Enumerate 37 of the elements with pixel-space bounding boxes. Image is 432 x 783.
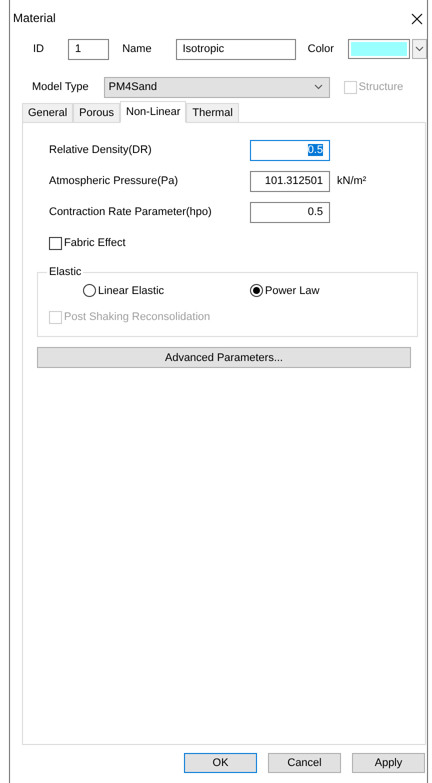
- radio-button[interactable]: [250, 284, 263, 297]
- close-icon[interactable]: [411, 13, 423, 25]
- parameter-label: Contraction Rate Parameter(hpo): [49, 206, 213, 218]
- tab[interactable]: Thermal: [186, 103, 239, 122]
- fabric-effect-label: Fabric Effect: [64, 237, 126, 249]
- fabric-effect-checkbox[interactable]: [49, 236, 62, 250]
- parameter-label: Relative Density(DR): [49, 144, 153, 156]
- parameter-label: Atmospheric Pressure(Pa): [49, 175, 179, 187]
- post-shaking-label: Post Shaking Reconsolidation: [64, 311, 210, 323]
- parameter-field[interactable]: 0.5: [250, 140, 330, 160]
- dialog-button[interactable]: Apply: [352, 753, 425, 773]
- parameter-field[interactable]: 101.312501: [250, 170, 330, 192]
- dialog-button[interactable]: OK: [184, 753, 257, 773]
- tab[interactable]: General: [22, 103, 74, 122]
- radio-button[interactable]: [83, 284, 96, 297]
- caret-icon: [415, 46, 424, 52]
- color-label: Color: [308, 43, 334, 55]
- tab[interactable]: Non-Linear: [120, 101, 186, 123]
- dialog-button[interactable]: Cancel: [268, 753, 341, 773]
- color-swatch[interactable]: [348, 39, 410, 59]
- name-label: Name: [122, 43, 152, 55]
- unit-label: kN/m²: [337, 175, 366, 187]
- advanced-parameters-button[interactable]: Advanced Parameters...: [37, 347, 411, 368]
- name-field[interactable]: Isotropic: [176, 38, 296, 60]
- color-dropdown-button[interactable]: [412, 39, 427, 59]
- id-field[interactable]: 1: [68, 38, 110, 60]
- tab[interactable]: Porous: [73, 103, 120, 122]
- parameter-field[interactable]: 0.5: [250, 202, 330, 222]
- window-title: Material: [13, 11, 56, 25]
- id-label: ID: [33, 43, 44, 55]
- model-type-dropdown[interactable]: PM4Sand: [104, 76, 330, 98]
- caret-icon: [314, 84, 323, 90]
- radio-label: Power Law: [265, 284, 320, 296]
- model-type-label: Model Type: [32, 81, 89, 93]
- radio-label: Linear Elastic: [98, 284, 164, 296]
- structure-label: Structure: [358, 81, 404, 93]
- group-title: Elastic: [48, 266, 82, 278]
